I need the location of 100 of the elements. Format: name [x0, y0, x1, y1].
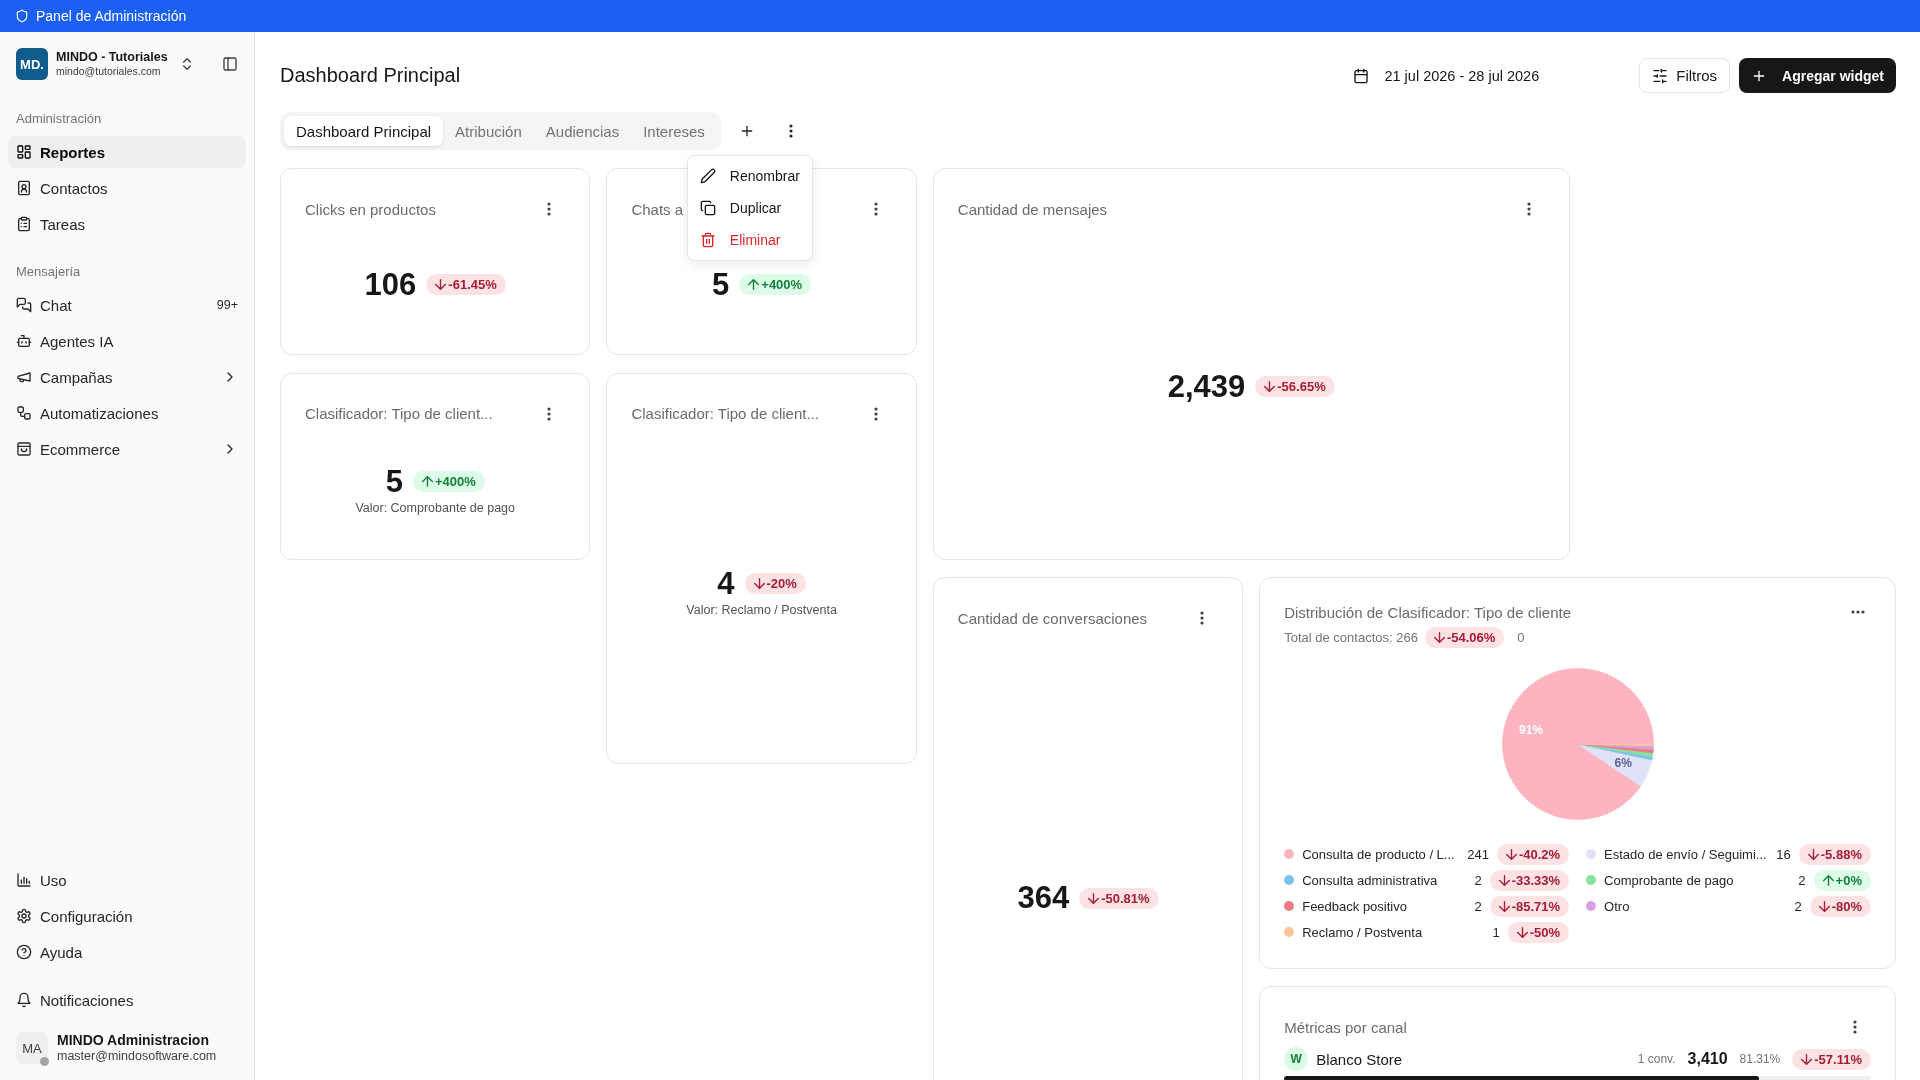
stat-value: 5	[385, 463, 403, 500]
date-range-picker[interactable]: 21 jul 2026 - 28 jul 2026	[1345, 58, 1548, 93]
add-widget-button[interactable]: Agregar widget	[1739, 58, 1896, 93]
change-percent: -61.45%	[448, 277, 497, 292]
card-title: Cantidad de conversaciones	[957, 609, 1148, 627]
help-icon	[16, 944, 32, 960]
bell-icon	[16, 992, 32, 1008]
nav-item[interactable]: Configuración	[8, 900, 246, 932]
card-title: Clicks en productos	[305, 200, 436, 218]
channel-avatar: W	[1284, 1047, 1309, 1071]
channel-name: Blanco Store	[1316, 1050, 1404, 1068]
nav-item[interactable]: Chat 99+	[8, 289, 246, 321]
change-percent: +400%	[761, 277, 803, 292]
tab[interactable]: Audiencias	[533, 116, 632, 146]
card-title: Chats a	[631, 200, 684, 218]
stat-value: 106	[364, 266, 417, 303]
nav-item[interactable]: Contactos	[8, 172, 246, 204]
tab[interactable]: Dashboard Principal	[284, 116, 444, 146]
legend-label: Consulta de producto / L...	[1302, 846, 1456, 862]
nav-item[interactable]: Ecommerce	[8, 433, 246, 465]
slice-label: 6%	[1614, 756, 1632, 771]
legend-count: 1	[1492, 924, 1500, 940]
unread-count: 99+	[216, 298, 238, 312]
user-name: MINDO Administracion	[57, 1032, 210, 1049]
change-percent: -56.65%	[1277, 379, 1326, 395]
more-vertical-icon	[873, 202, 878, 216]
menu-item[interactable]: Eliminar	[691, 224, 808, 256]
section-heading: Mensajería	[15, 263, 82, 281]
nav-item[interactable]: Reportes	[8, 136, 246, 168]
workflow-icon	[16, 405, 32, 421]
change-percent: -40.2%	[1518, 846, 1561, 862]
change-percent: -57.11%	[1814, 1051, 1862, 1067]
user-email: master@mindosoftware.com	[57, 1048, 217, 1064]
card-title: Cantidad de mensajes	[957, 200, 1108, 218]
robot-icon	[16, 333, 32, 349]
settings-icon	[16, 908, 32, 924]
card-title: Clasificador: Tipo de client...	[631, 405, 819, 422]
more-horizontal-icon	[1851, 610, 1865, 614]
legend-label: Feedback positivo	[1302, 898, 1408, 914]
channel-conversations: 1 conv.	[1637, 1052, 1676, 1066]
arrow-down-icon	[1807, 848, 1819, 860]
nav-item[interactable]: Uso	[8, 864, 246, 896]
sidebar-toggle-button[interactable]	[222, 56, 238, 72]
card-title: Métricas por canal	[1284, 1018, 1407, 1036]
filters-button[interactable]: Filtros	[1639, 58, 1731, 93]
trash-icon	[699, 232, 716, 248]
change-percent: -54.06%	[1446, 629, 1496, 645]
change-percent: -20%	[766, 576, 797, 592]
tab[interactable]: Intereses	[631, 116, 717, 146]
section-heading: Administración	[15, 110, 103, 128]
card-title: Clasificador: Tipo de client...	[305, 405, 493, 422]
user-avatar[interactable]: MA	[16, 1032, 48, 1064]
arrow-down-icon	[1516, 926, 1528, 938]
legend-count: 2	[1474, 898, 1482, 914]
change-percent: -5.88%	[1820, 846, 1862, 862]
total-contacts: Total de contactos: 266	[1284, 629, 1418, 645]
legend-label: Otro	[1604, 898, 1631, 914]
nav-item[interactable]: Automatizaciones	[8, 397, 246, 429]
legend-label: Reclamo / Postventa	[1302, 924, 1424, 940]
pencil-icon	[699, 168, 716, 184]
stat-value: 364	[1017, 880, 1070, 916]
nav-item[interactable]: Ayuda	[8, 936, 246, 968]
menu-item[interactable]: Renombrar	[691, 160, 808, 192]
menu-item[interactable]: Duplicar	[691, 192, 808, 224]
card-title: Distribución de Clasificador: Tipo de cliente	[1284, 603, 1571, 621]
change-percent: +0%	[1835, 872, 1862, 888]
nav-item[interactable]: Tareas	[8, 208, 246, 240]
legend-label: Comprobante de pago	[1604, 872, 1735, 888]
legend-count: 2	[1474, 872, 1482, 888]
more-vertical-icon	[1526, 202, 1531, 216]
megaphone-icon	[16, 369, 32, 385]
workspace-name: MINDO - Tutoriales	[56, 50, 169, 66]
legend-count: 2	[1794, 898, 1802, 914]
layout-grid-icon	[16, 144, 32, 160]
legend-count: 241	[1467, 846, 1489, 862]
shopping-bag-icon	[16, 441, 32, 457]
change-percent: -85.71%	[1511, 898, 1561, 914]
workspace-logo: MD.	[16, 48, 48, 80]
nav-item[interactable]: Agentes IA	[8, 325, 246, 357]
tab[interactable]: Atribución	[443, 116, 534, 146]
nav-item[interactable]: Campañas	[8, 361, 246, 393]
change-percent: -50%	[1529, 924, 1561, 940]
secondary-count: 0	[1517, 629, 1525, 645]
more-vertical-icon	[873, 406, 878, 421]
notifications-item[interactable]: Notificaciones	[8, 984, 246, 1016]
legend-count: 16	[1776, 846, 1791, 862]
change-percent: +400%	[434, 474, 476, 489]
arrow-down-icon	[1801, 1053, 1813, 1065]
contact-card-icon	[16, 180, 32, 196]
stat-caption: Valor: Comprobante de pago	[355, 500, 515, 515]
page-title: Dashboard Principal	[280, 64, 462, 87]
stat-caption: Valor: Reclamo / Postventa	[686, 602, 837, 617]
change-percent: -80%	[1831, 898, 1862, 914]
stat-value: 5	[712, 266, 730, 303]
channel-share: 81.31%	[1739, 1052, 1781, 1066]
sliders-icon	[1652, 67, 1669, 84]
chat-bubbles-icon	[16, 297, 32, 313]
clipboard-list-icon	[16, 216, 32, 232]
bar-chart-icon	[16, 872, 32, 888]
more-vertical-icon	[1200, 611, 1205, 625]
